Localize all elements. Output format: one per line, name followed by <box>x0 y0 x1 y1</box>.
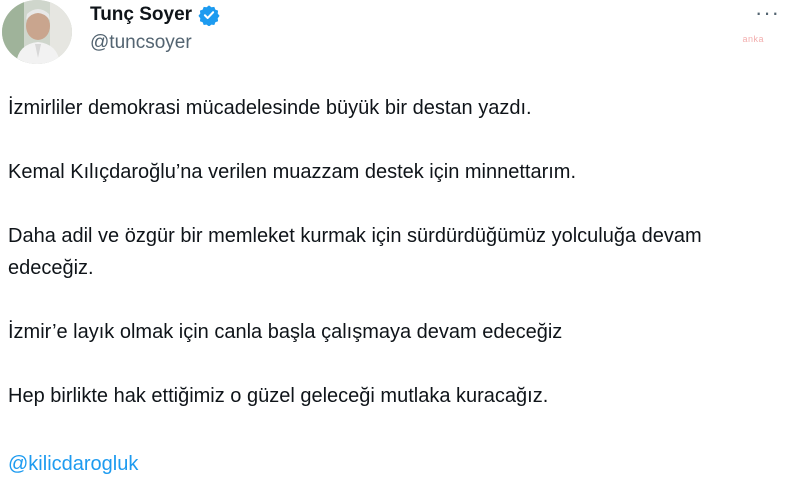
display-name[interactable]: Tunç Soyer <box>90 4 192 26</box>
tweet-text: İzmirliler demokrasi mücadelesinde büyük… <box>8 92 778 444</box>
mention-link[interactable]: @kilicdarogluk <box>8 448 138 480</box>
author-name-row: Tunç Soyer <box>90 2 220 28</box>
tweet-paragraph: Hep birlikte hak ettiğimiz o güzel gelec… <box>8 385 549 407</box>
author-handle[interactable]: @tuncsoyer <box>90 32 220 54</box>
tweet-paragraph: İzmirliler demokrasi mücadelesinde büyük… <box>8 97 532 119</box>
avatar[interactable] <box>2 0 72 64</box>
tweet-paragraph: Daha adil ve özgür bir memleket kurmak i… <box>8 225 702 279</box>
profile-photo <box>2 0 72 64</box>
watermark: anka <box>742 34 764 44</box>
tweet-card: Tunç Soyer @tuncsoyer ··· anka İzmirlile… <box>0 0 790 475</box>
tweet-paragraph: Kemal Kılıçdaroğlu’na verilen muazzam de… <box>8 161 577 183</box>
author-block: Tunç Soyer @tuncsoyer <box>90 2 220 54</box>
more-options-icon[interactable]: ··· <box>755 2 780 24</box>
tweet-paragraph: İzmir’e layık olmak için canla başla çal… <box>8 321 563 343</box>
verified-badge-icon <box>198 4 220 27</box>
